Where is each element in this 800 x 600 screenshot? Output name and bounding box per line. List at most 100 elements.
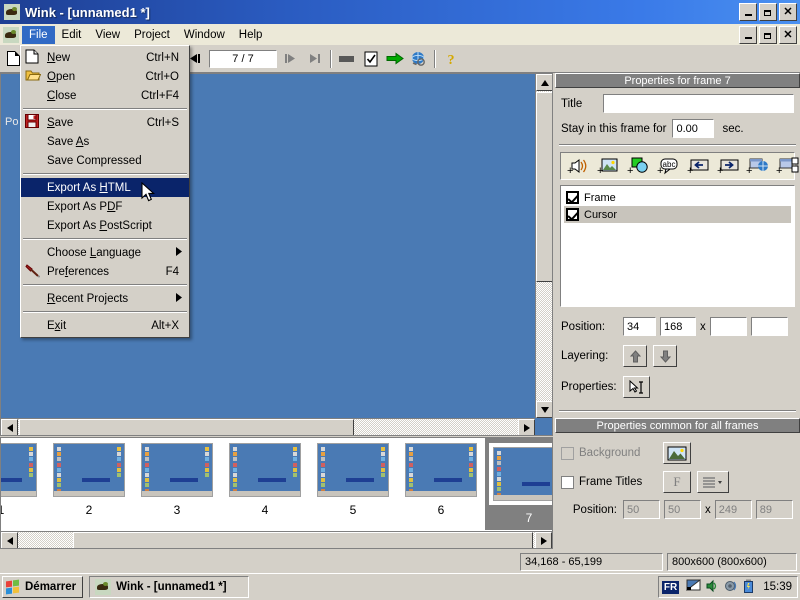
menu-project[interactable]: Project <box>127 26 177 44</box>
frame-objects-list[interactable]: Frame Cursor <box>560 185 795 307</box>
minimize-button[interactable] <box>739 3 757 21</box>
position-width-input[interactable] <box>709 317 747 336</box>
align-dropdown-icon[interactable] <box>697 471 729 493</box>
help-icon[interactable]: ? <box>439 48 462 70</box>
menu-item-save-compressed[interactable]: Save Compressed <box>21 151 189 170</box>
menu-item-export-as-postscript[interactable]: Export As PostScript <box>21 216 189 235</box>
speaker-icon[interactable] <box>724 579 739 596</box>
background-checkbox[interactable] <box>561 446 574 460</box>
image-icon[interactable] <box>663 442 691 464</box>
menu-item-recent-projects[interactable]: Recent Projects <box>21 289 189 308</box>
filmstrip-frame-2[interactable]: 2 <box>45 438 133 530</box>
filmstrip-frame-4[interactable]: 4 <box>221 438 309 530</box>
arrow-up-icon[interactable] <box>623 345 647 367</box>
next-frame-icon[interactable] <box>279 48 302 70</box>
add-right-button-icon[interactable]: + <box>713 155 741 177</box>
menu-help[interactable]: Help <box>232 26 270 44</box>
filmstrip-frame-6[interactable]: 6 <box>397 438 485 530</box>
cursor-text-properties-icon[interactable] <box>623 376 650 398</box>
filmstrip-frame-1[interactable]: 1 <box>1 438 45 530</box>
frame-counter[interactable]: 7 / 7 <box>209 49 277 68</box>
display-properties-icon[interactable] <box>685 578 701 596</box>
position-height-input[interactable] <box>750 317 788 336</box>
filmstrip[interactable]: 1 2 3 4 5 6 7 <box>0 437 553 549</box>
scroll-left-button[interactable] <box>1 419 18 435</box>
scroll-right-button[interactable] <box>518 419 535 435</box>
common-position-x-input[interactable]: 50 <box>623 500 660 519</box>
export-arrow-icon[interactable] <box>383 48 406 70</box>
mdi-restore-button[interactable] <box>759 26 777 44</box>
horizontal-scroll-thumb[interactable] <box>19 419 354 435</box>
common-position-height-input[interactable]: 89 <box>755 500 793 519</box>
volume-mute-icon[interactable] <box>705 579 720 596</box>
menu-item-new[interactable]: New Ctrl+N <box>21 48 189 67</box>
position-x-input[interactable]: 34 <box>623 317 656 336</box>
menu-item-save-as[interactable]: Save As <box>21 132 189 151</box>
language-indicator[interactable]: FR <box>661 580 680 594</box>
filmstrip-frame-5[interactable]: 5 <box>309 438 397 530</box>
add-sound-icon[interactable]: + <box>563 155 591 177</box>
canvas-vertical-scrollbar[interactable] <box>535 74 552 418</box>
menu-item-label: Preferences <box>47 265 110 278</box>
frame-object-checkbox[interactable] <box>566 191 579 204</box>
menu-window[interactable]: Window <box>177 26 232 44</box>
add-image-icon[interactable]: + <box>593 155 621 177</box>
menu-item-preferences[interactable]: Preferences F4 <box>21 262 189 281</box>
mdi-child-icon[interactable] <box>3 26 19 43</box>
filmstrip-scroll-right-button[interactable] <box>535 532 552 548</box>
clock[interactable]: 15:39 <box>763 581 792 593</box>
frame-titles-checkbox[interactable] <box>561 475 574 489</box>
cursor-object-checkbox[interactable] <box>566 208 579 221</box>
canvas-horizontal-scrollbar[interactable] <box>1 418 535 435</box>
render-icon[interactable] <box>335 48 358 70</box>
menu-item-choose-language[interactable]: Choose Language <box>21 243 189 262</box>
scroll-up-button[interactable] <box>536 74 552 91</box>
mdi-close-button[interactable]: ✕ <box>779 26 797 44</box>
menu-view[interactable]: View <box>88 26 127 44</box>
add-shape-icon[interactable]: + <box>623 155 651 177</box>
arrow-down-icon[interactable] <box>653 345 677 367</box>
menu-item-export-as-pdf[interactable]: Export As PDF <box>21 197 189 216</box>
close-button[interactable]: ✕ <box>779 3 797 21</box>
position-y-input[interactable]: 168 <box>660 317 696 336</box>
add-browser-link-icon[interactable]: + <box>743 155 771 177</box>
menubar: File Edit View Project Window Help ✕ <box>0 24 800 45</box>
font-button[interactable]: F <box>663 471 691 493</box>
menu-item-exit[interactable]: Exit Alt+X <box>21 316 189 335</box>
frame-thumbnail-wrapper <box>405 443 477 497</box>
vertical-scroll-thumb[interactable] <box>536 92 552 282</box>
filmstrip-scroll-left-button[interactable] <box>1 532 18 548</box>
restore-button[interactable] <box>759 3 777 21</box>
menu-file[interactable]: File <box>22 25 55 44</box>
add-new-window-icon[interactable]: + <box>773 155 800 177</box>
battery-icon[interactable] <box>743 579 755 596</box>
list-item[interactable]: Frame <box>564 189 791 206</box>
stay-duration-input[interactable]: 0.00 <box>672 119 715 138</box>
menu-item-export-as-html[interactable]: Export As HTML <box>21 178 189 197</box>
validate-icon[interactable] <box>359 48 382 70</box>
mdi-minimize-button[interactable] <box>739 26 757 44</box>
filmstrip-scrollbar[interactable] <box>1 531 552 548</box>
filmstrip-frame-3[interactable]: 3 <box>133 438 221 530</box>
title-input[interactable] <box>603 94 794 113</box>
last-frame-icon[interactable] <box>303 48 326 70</box>
browser-preview-icon[interactable] <box>407 48 430 70</box>
svg-text:+: + <box>746 165 752 177</box>
menu-item-close[interactable]: Close Ctrl+F4 <box>21 86 189 105</box>
add-left-button-icon[interactable]: + <box>683 155 711 177</box>
menu-item-open[interactable]: Open Ctrl+O <box>21 67 189 86</box>
filmstrip-scroll-thumb[interactable] <box>73 532 533 548</box>
menu-edit[interactable]: Edit <box>55 26 89 44</box>
common-position-y-input[interactable]: 50 <box>664 500 701 519</box>
add-textbox-icon[interactable]: abc + <box>653 155 681 177</box>
svg-text:?: ? <box>447 53 454 67</box>
start-button[interactable]: Démarrer <box>2 576 84 598</box>
list-item[interactable]: Cursor <box>564 206 791 223</box>
menu-item-label: Recent Projects <box>47 292 129 305</box>
file-menu-dropdown[interactable]: New Ctrl+N Open Ctrl+O Close Ctrl+F4 Save Ctrl+… <box>20 45 190 338</box>
common-position-width-input[interactable]: 249 <box>714 500 752 519</box>
menu-item-save[interactable]: Save Ctrl+S <box>21 113 189 132</box>
taskbar-item-wink[interactable]: Wink - [unnamed1 *] <box>89 576 250 598</box>
scroll-down-button[interactable] <box>536 401 552 418</box>
filmstrip-frame-7[interactable]: 7 <box>485 438 552 530</box>
